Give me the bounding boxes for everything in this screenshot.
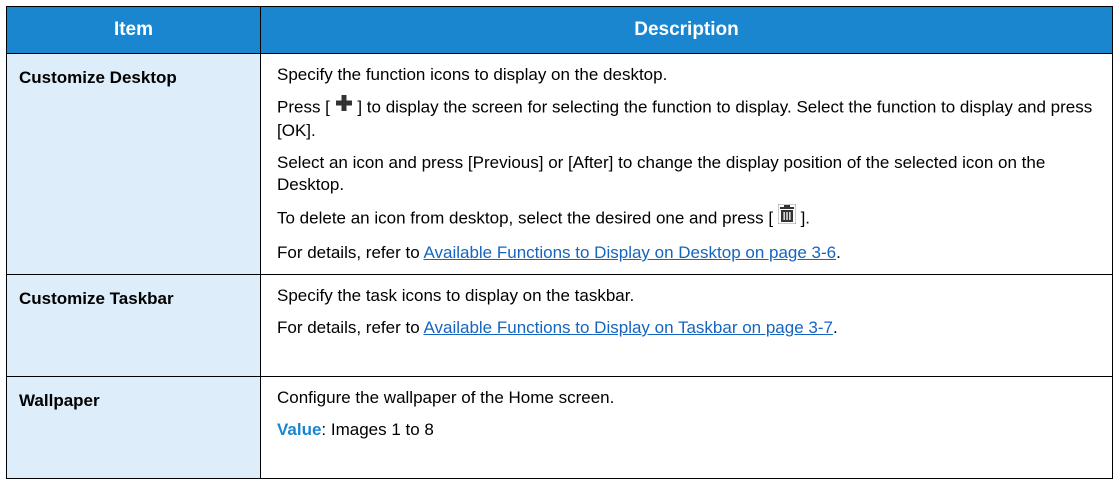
description-text: . bbox=[832, 318, 838, 337]
description-text: Select an icon and press [Previous] or [… bbox=[277, 153, 1046, 194]
description-paragraph: Specify the function icons to display on… bbox=[277, 62, 1102, 88]
item-cell: Wallpaper bbox=[6, 376, 261, 479]
header-item: Item bbox=[6, 6, 261, 54]
description-paragraph: Specify the task icons to display on the… bbox=[277, 283, 1102, 309]
description-paragraph: To delete an icon from desktop, select t… bbox=[277, 203, 1102, 234]
description-paragraph: Value: Images 1 to 8 bbox=[277, 417, 1102, 443]
description-paragraph: For details, refer to Available Function… bbox=[277, 315, 1102, 341]
plus-icon bbox=[335, 94, 353, 118]
settings-table: Item Description Customize Desktop Speci… bbox=[6, 6, 1113, 479]
trash-icon bbox=[777, 203, 797, 230]
description-text: Specify the function icons to display on… bbox=[277, 65, 668, 84]
table-row: Wallpaper Configure the wallpaper of the… bbox=[6, 376, 1113, 479]
description-text: For details, refer to bbox=[277, 243, 424, 262]
value-text: : Images 1 to 8 bbox=[321, 420, 434, 439]
description-text: To delete an icon from desktop, select t… bbox=[277, 208, 778, 228]
description-cell: Configure the wallpaper of the Home scre… bbox=[260, 376, 1113, 479]
description-text: For details, refer to bbox=[277, 318, 424, 337]
description-cell: Specify the function icons to display on… bbox=[260, 53, 1113, 275]
table-row: Customize Taskbar Specify the task icons… bbox=[6, 274, 1113, 377]
item-cell: Customize Taskbar bbox=[6, 274, 261, 377]
description-text: Specify the task icons to display on the… bbox=[277, 286, 635, 305]
description-paragraph: Select an icon and press [Previous] or [… bbox=[277, 150, 1102, 198]
description-paragraph: Configure the wallpaper of the Home scre… bbox=[277, 385, 1102, 411]
item-cell: Customize Desktop bbox=[6, 53, 261, 275]
description-cell: Specify the task icons to display on the… bbox=[260, 274, 1113, 377]
table-row: Customize Desktop Specify the function i… bbox=[6, 53, 1113, 275]
description-paragraph: For details, refer to Available Function… bbox=[277, 240, 1102, 266]
table-header-row: Item Description bbox=[6, 6, 1113, 54]
value-label: Value bbox=[277, 420, 322, 439]
description-text: ]. bbox=[795, 208, 811, 228]
description-text: . bbox=[836, 243, 841, 262]
desktop-functions-link[interactable]: Available Functions to Display on Deskto… bbox=[423, 243, 836, 262]
description-paragraph: Press [ ] to display the screen for sele… bbox=[277, 94, 1102, 144]
description-text: Configure the wallpaper of the Home scre… bbox=[277, 388, 615, 407]
description-text: Press [ bbox=[277, 97, 335, 117]
header-description: Description bbox=[260, 6, 1113, 54]
description-text: ] to display the screen for selecting th… bbox=[277, 97, 1093, 140]
taskbar-functions-link[interactable]: Available Functions to Display on Taskba… bbox=[423, 318, 833, 337]
